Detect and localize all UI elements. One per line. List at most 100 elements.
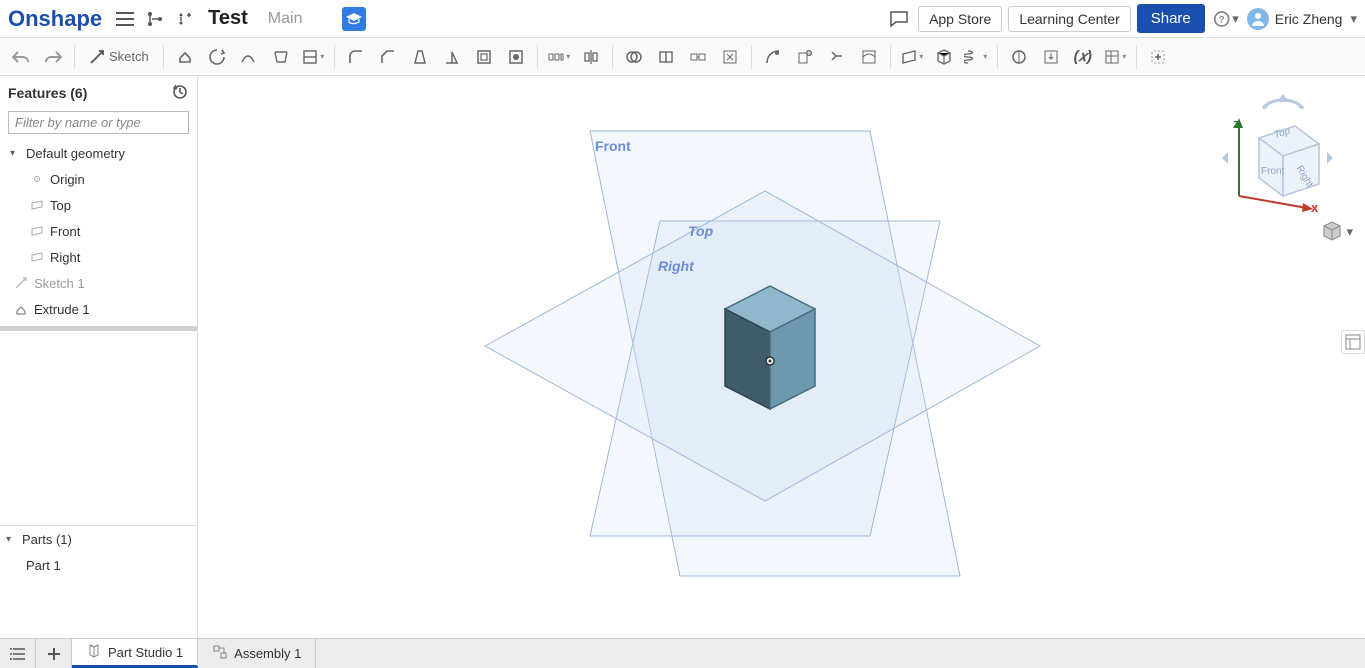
- toolbar-separator: [1136, 45, 1137, 69]
- part1-label: Part 1: [26, 558, 61, 573]
- app-store-button[interactable]: App Store: [918, 6, 1002, 32]
- toolbar-separator: [612, 45, 613, 69]
- sweep-icon[interactable]: [234, 42, 264, 72]
- extrude1-item[interactable]: Extrude 1: [4, 296, 193, 322]
- rollback-bar[interactable]: [0, 326, 197, 331]
- insert-icon[interactable]: [172, 6, 198, 32]
- share-button[interactable]: Share: [1137, 4, 1205, 33]
- transform-icon[interactable]: [683, 42, 713, 72]
- 3d-viewport[interactable]: Front Top Right: [0, 76, 1365, 638]
- sketch1-label: Sketch 1: [34, 276, 85, 291]
- side-panel-toggle[interactable]: [1341, 330, 1365, 354]
- revolve-icon[interactable]: [202, 42, 232, 72]
- tab-part-studio-label: Part Studio 1: [108, 645, 183, 660]
- user-menu-caret-icon[interactable]: ▾: [1350, 11, 1357, 27]
- chevron-down-icon: ▾: [6, 534, 16, 545]
- user-avatar-icon[interactable]: [1247, 8, 1269, 30]
- version-tree-icon[interactable]: [142, 6, 168, 32]
- pattern-linear-icon[interactable]: ▾: [544, 42, 574, 72]
- feature-tree-panel: Features (6) ▾ Default geometry Origin T…: [0, 76, 198, 638]
- part1-item[interactable]: Part 1: [0, 552, 197, 578]
- app-logo[interactable]: Onshape: [8, 6, 102, 32]
- boolean-icon[interactable]: [619, 42, 649, 72]
- fillet-icon[interactable]: [341, 42, 371, 72]
- custom-feature-icon[interactable]: [1143, 42, 1173, 72]
- toolbar-separator: [890, 45, 891, 69]
- sketch-button[interactable]: Sketch: [81, 42, 157, 72]
- cube-part[interactable]: [725, 286, 815, 409]
- hole-icon[interactable]: [501, 42, 531, 72]
- toolbar-separator: [334, 45, 335, 69]
- toolbar-separator: [751, 45, 752, 69]
- plane-right-label: Right: [658, 258, 695, 274]
- add-tab-button[interactable]: [36, 639, 72, 668]
- shell-icon[interactable]: [469, 42, 499, 72]
- features-panel-header: Features (6): [0, 76, 197, 109]
- part-icon[interactable]: [929, 42, 959, 72]
- user-name-label[interactable]: Eric Zheng: [1275, 11, 1343, 27]
- chevron-down-icon: ▾: [10, 148, 20, 159]
- delete-face-icon[interactable]: [715, 42, 745, 72]
- tab-list-button[interactable]: [0, 639, 36, 668]
- config-icon[interactable]: ▾: [1100, 42, 1130, 72]
- feature-tree: ▾ Default geometry Origin Top Front Righ…: [0, 140, 197, 322]
- top-plane-item[interactable]: Top: [4, 192, 193, 218]
- extrude1-label: Extrude 1: [34, 302, 90, 317]
- mirror-icon[interactable]: [576, 42, 606, 72]
- plane-icon: [30, 198, 44, 212]
- redo-button[interactable]: [38, 42, 68, 72]
- extrude-icon[interactable]: [170, 42, 200, 72]
- filter-input-wrapper: [8, 111, 189, 134]
- comments-icon[interactable]: [886, 6, 912, 32]
- tab-assembly-1[interactable]: Assembly 1: [198, 639, 316, 668]
- delete-part-icon[interactable]: [790, 42, 820, 72]
- right-plane-item[interactable]: Right: [4, 244, 193, 270]
- feature-filter-input[interactable]: [8, 111, 189, 134]
- axis-x-label: x: [1311, 200, 1319, 214]
- draft-icon[interactable]: [405, 42, 435, 72]
- tab-part-studio-1[interactable]: Part Studio 1: [72, 639, 198, 668]
- sketch-button-label: Sketch: [109, 49, 149, 64]
- section-view-icon[interactable]: [1004, 42, 1034, 72]
- plane-icon: [30, 224, 44, 238]
- rib-icon[interactable]: [437, 42, 467, 72]
- parts-header-label: Parts (1): [22, 532, 72, 547]
- loft-icon[interactable]: [266, 42, 296, 72]
- thicken-icon[interactable]: ▾: [298, 42, 328, 72]
- variable-icon[interactable]: (𝑥): [1068, 42, 1098, 72]
- default-geometry-folder[interactable]: ▾ Default geometry: [4, 140, 193, 166]
- modify-fillet-icon[interactable]: [758, 42, 788, 72]
- education-icon[interactable]: [342, 7, 366, 31]
- replace-face-icon[interactable]: [854, 42, 884, 72]
- front-plane-item[interactable]: Front: [4, 218, 193, 244]
- header-right: App Store Learning Center Share ? ▾ Eric…: [886, 4, 1357, 33]
- top-plane-label: Top: [50, 198, 71, 213]
- top-header: Onshape Test Main App Store Learning Cen…: [0, 0, 1365, 38]
- move-face-icon[interactable]: [822, 42, 852, 72]
- sketch-icon: [14, 276, 28, 290]
- right-plane-label: Right: [50, 250, 80, 265]
- sketch1-item[interactable]: Sketch 1: [4, 270, 193, 296]
- toolbar-separator: [997, 45, 998, 69]
- isometric-cube-icon[interactable]: ▾: [1321, 220, 1343, 242]
- extrude-icon: [14, 302, 28, 316]
- chamfer-icon[interactable]: [373, 42, 403, 72]
- helix-icon[interactable]: ▾: [961, 42, 991, 72]
- split-icon[interactable]: [651, 42, 681, 72]
- help-icon[interactable]: ? ▾: [1213, 6, 1239, 32]
- assembly-icon: [212, 644, 228, 663]
- parts-header-row[interactable]: ▾ Parts (1): [0, 526, 197, 552]
- undo-button[interactable]: [6, 42, 36, 72]
- menu-icon[interactable]: [112, 6, 138, 32]
- plane-icon[interactable]: ▾: [897, 42, 927, 72]
- import-icon[interactable]: [1036, 42, 1066, 72]
- origin-item[interactable]: Origin: [4, 166, 193, 192]
- plane-icon: [30, 250, 44, 264]
- branch-name[interactable]: Main: [268, 10, 303, 28]
- document-name[interactable]: Test: [208, 7, 248, 30]
- learning-center-button[interactable]: Learning Center: [1008, 6, 1130, 32]
- rollback-icon[interactable]: [171, 82, 189, 103]
- feature-toolbar: Sketch ▾ ▾ ▾ ▾ (𝑥) ▾: [0, 38, 1365, 76]
- toolbar-separator: [74, 45, 75, 69]
- view-cube[interactable]: z x Top Front Right: [1215, 84, 1335, 204]
